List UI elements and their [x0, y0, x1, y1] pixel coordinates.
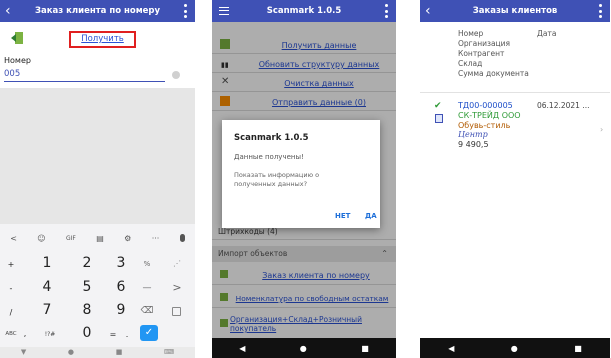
phone-scanmark-main: Scanmark 1.0.5 Получить данные ▮▮ Обнови… — [212, 0, 396, 358]
more-menu-icon[interactable] — [184, 4, 188, 18]
order-row[interactable]: ✔ ТД00-000005 СК-ТРЕЙД ООО Обувь-стиль Ц… — [420, 98, 610, 170]
key-next[interactable]: > — [170, 281, 184, 294]
number-label: Номер — [4, 56, 31, 65]
back-icon[interactable]: ◀ — [448, 344, 454, 353]
back-arrow-icon[interactable]: ‹ — [425, 2, 431, 20]
key-symbols[interactable]: !?# — [40, 331, 60, 338]
app-bar: ‹ Заказы клиентов — [420, 0, 610, 22]
numeric-keyboard: < ☺ GIF ▤ ⚙ ··· + 1 2 3 % ⋰ - 4 5 6 — > … — [0, 224, 195, 347]
key-8[interactable]: 8 — [76, 302, 98, 318]
key-minus[interactable]: - — [4, 284, 18, 293]
hamburger-menu-icon[interactable] — [219, 7, 229, 15]
key-equals[interactable]: = — [108, 330, 118, 339]
more-icon[interactable]: ··· — [152, 234, 160, 243]
key-comma[interactable]: , — [20, 329, 30, 338]
clipboard-icon[interactable]: ▤ — [96, 234, 104, 243]
phone-order-by-number: ‹ Заказ клиента по номеру Получить Номер… — [0, 0, 195, 358]
dialog-title: Scanmark 1.0.5 — [234, 133, 309, 143]
home-icon[interactable]: ● — [68, 347, 74, 358]
key-plus[interactable]: + — [4, 260, 18, 269]
app-bar: Scanmark 1.0.5 — [212, 0, 396, 22]
screen-title: Scanmark 1.0.5 — [266, 6, 342, 16]
number-input[interactable]: 005 — [4, 68, 165, 82]
phone-customer-orders: ‹ Заказы клиентов Номер Организация Конт… — [420, 0, 610, 358]
gif-icon[interactable]: GIF — [66, 235, 76, 242]
posted-check-icon: ✔ — [434, 101, 442, 111]
more-menu-icon[interactable] — [385, 4, 389, 18]
order-warehouse: Центр — [458, 130, 488, 140]
chevron-right-icon[interactable]: › — [600, 125, 603, 134]
key-slash[interactable]: / — [4, 308, 18, 317]
hide-keyboard-icon[interactable]: ▼ — [21, 347, 26, 358]
empty-content-area — [0, 88, 195, 224]
recent-apps-icon[interactable]: ■ — [116, 347, 123, 358]
data-received-dialog: Scanmark 1.0.5 Данные получены! Показать… — [222, 120, 380, 228]
keyboard-toolbar: < ☺ GIF ▤ ⚙ ··· — [0, 230, 195, 246]
screen-title: Заказы клиентов — [472, 6, 558, 16]
dialog-question: Показать информацию о полученных данных? — [234, 171, 320, 188]
backspace-icon[interactable]: ⌫ — [140, 306, 154, 316]
app-bar: ‹ Заказ клиента по номеру — [0, 0, 195, 22]
order-date: 06.12.2021 ... — [537, 101, 590, 110]
header-number: Номер — [458, 29, 484, 38]
screen-title: Заказ клиента по номеру — [34, 6, 161, 16]
keyboard-resize-icon[interactable] — [172, 307, 181, 316]
system-nav-bar: ◀ ● ■ — [212, 338, 396, 358]
mic-icon[interactable] — [179, 234, 185, 242]
emoji-icon[interactable]: ☺ — [37, 234, 45, 243]
header-warehouse: Склад — [458, 59, 483, 68]
clear-field-icon[interactable] — [172, 71, 180, 79]
header-date: Дата — [537, 29, 557, 38]
order-contragent: Обувь-стиль — [458, 120, 511, 130]
order-organization: СК-ТРЕЙД ООО — [458, 110, 521, 120]
header-sum: Сумма документа — [458, 69, 529, 78]
key-6[interactable]: 6 — [110, 279, 132, 295]
key-7[interactable]: 7 — [36, 302, 58, 318]
settings-icon[interactable]: ⚙ — [124, 234, 131, 243]
order-sum: 9 490,5 — [458, 140, 489, 150]
key-2[interactable]: 2 — [76, 255, 98, 271]
back-arrow-icon[interactable]: ‹ — [5, 2, 11, 20]
key-dot[interactable]: . — [122, 330, 132, 339]
recent-apps-icon[interactable]: ■ — [574, 344, 582, 353]
keyboard-icon[interactable]: ⌨ — [164, 347, 174, 358]
recent-apps-icon[interactable]: ■ — [361, 344, 369, 353]
done-check-icon[interactable]: ✓ — [140, 325, 158, 341]
key-9[interactable]: 9 — [110, 302, 132, 318]
key-3[interactable]: 3 — [110, 255, 132, 271]
key-0[interactable]: 0 — [76, 325, 98, 341]
download-icon[interactable] — [10, 31, 24, 45]
dialog-yes-button[interactable]: ДА — [365, 212, 377, 220]
dialog-no-button[interactable]: НЕТ — [335, 212, 350, 220]
kbd-back-icon[interactable]: < — [10, 234, 17, 243]
key-abc[interactable]: ABC — [2, 331, 20, 337]
order-number: ТД00-000005 — [458, 101, 513, 110]
back-icon[interactable]: ◀ — [239, 344, 245, 353]
document-icon — [435, 114, 443, 123]
key-4[interactable]: 4 — [36, 279, 58, 295]
home-icon[interactable]: ● — [511, 344, 518, 353]
divider — [420, 92, 610, 93]
key-5[interactable]: 5 — [76, 279, 98, 295]
home-icon[interactable]: ● — [300, 344, 307, 353]
dialog-message: Данные получены! — [234, 153, 304, 161]
key-percent[interactable]: % — [140, 260, 154, 268]
header-organization: Организация — [458, 39, 511, 48]
more-menu-icon[interactable] — [599, 4, 603, 18]
list-header-fields: Номер Организация Контрагент Склад Сумма… — [458, 29, 529, 79]
header-contragent: Контрагент — [458, 49, 505, 58]
order-details: ТД00-000005 СК-ТРЕЙД ООО Обувь-стиль Цен… — [458, 101, 521, 150]
get-button[interactable]: Получить — [69, 31, 136, 48]
key-expand[interactable]: ⋰ — [170, 259, 184, 268]
key-space[interactable]: — — [140, 283, 154, 293]
system-nav-bar: ▼ ● ■ ⌨ — [0, 347, 195, 358]
key-1[interactable]: 1 — [36, 255, 58, 271]
system-nav-bar: ◀ ● ■ — [420, 338, 610, 358]
